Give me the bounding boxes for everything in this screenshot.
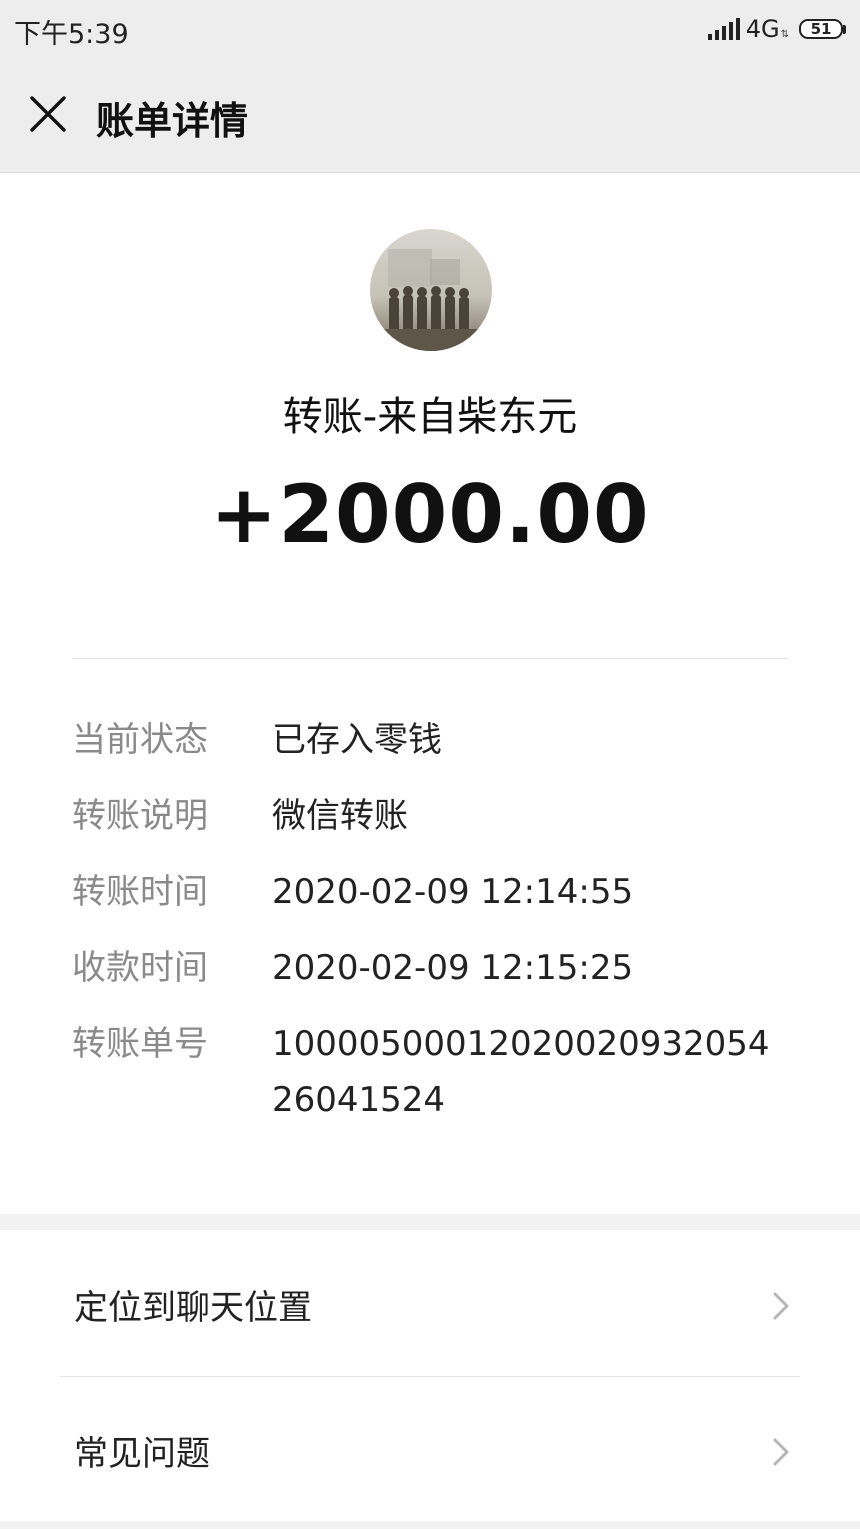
detail-value: 2020-02-09 12:14:55 [272,872,634,912]
detail-label: 收款时间 [72,948,208,988]
transaction-title: 转账-来自柴东元 [282,394,578,440]
faq-button[interactable]: 常见问题 [0,1376,860,1521]
transaction-details: 当前状态 已存入零钱 转账说明 微信转账 转账时间 2020-02-09 12:… [72,712,788,1128]
close-button[interactable] [22,88,76,142]
detail-row-status: 当前状态 已存入零钱 [72,712,788,788]
detail-label: 转账说明 [72,796,208,836]
chevron-right-icon [773,1292,789,1320]
header-bar: 账单详情 [0,60,860,173]
battery-icon: 51 [799,19,846,39]
detail-label: 转账时间 [72,872,208,912]
detail-label: 转账单号 [72,1024,208,1064]
chevron-right-icon [773,1438,789,1466]
detail-row-transfer-time: 转账时间 2020-02-09 12:14:55 [72,864,788,940]
signal-icon [707,18,740,40]
locate-chat-label: 定位到聊天位置 [74,1288,312,1328]
detail-row-note: 转账说明 微信转账 [72,788,788,864]
divider [72,658,788,659]
avatar [370,229,492,351]
network-label: 4G⇅ [745,15,789,43]
detail-label: 当前状态 [72,720,208,760]
transaction-amount: +2000.00 [210,468,650,561]
section-gap [0,1214,860,1230]
page-title: 账单详情 [96,99,249,143]
locate-chat-button[interactable]: 定位到聊天位置 [0,1230,860,1375]
detail-row-order-number: 转账单号 1000050001202002093205426041524 [72,1016,788,1128]
detail-value: 已存入零钱 [272,720,442,760]
status-bar: 下午5:39 4G⇅ 51 [0,0,860,60]
status-indicators: 4G⇅ 51 [707,14,846,44]
detail-value: 2020-02-09 12:15:25 [272,948,634,988]
detail-row-receive-time: 收款时间 2020-02-09 12:15:25 [72,940,788,1016]
detail-value[interactable]: 1000050001202002093205426041524 [272,1016,788,1128]
data-arrows-icon: ⇅ [780,29,789,40]
status-time: 下午5:39 [14,19,129,50]
close-icon [30,96,66,132]
faq-label: 常见问题 [74,1434,210,1474]
detail-value: 微信转账 [272,796,408,836]
bottom-divider [0,1521,860,1529]
battery-level: 51 [799,19,843,39]
